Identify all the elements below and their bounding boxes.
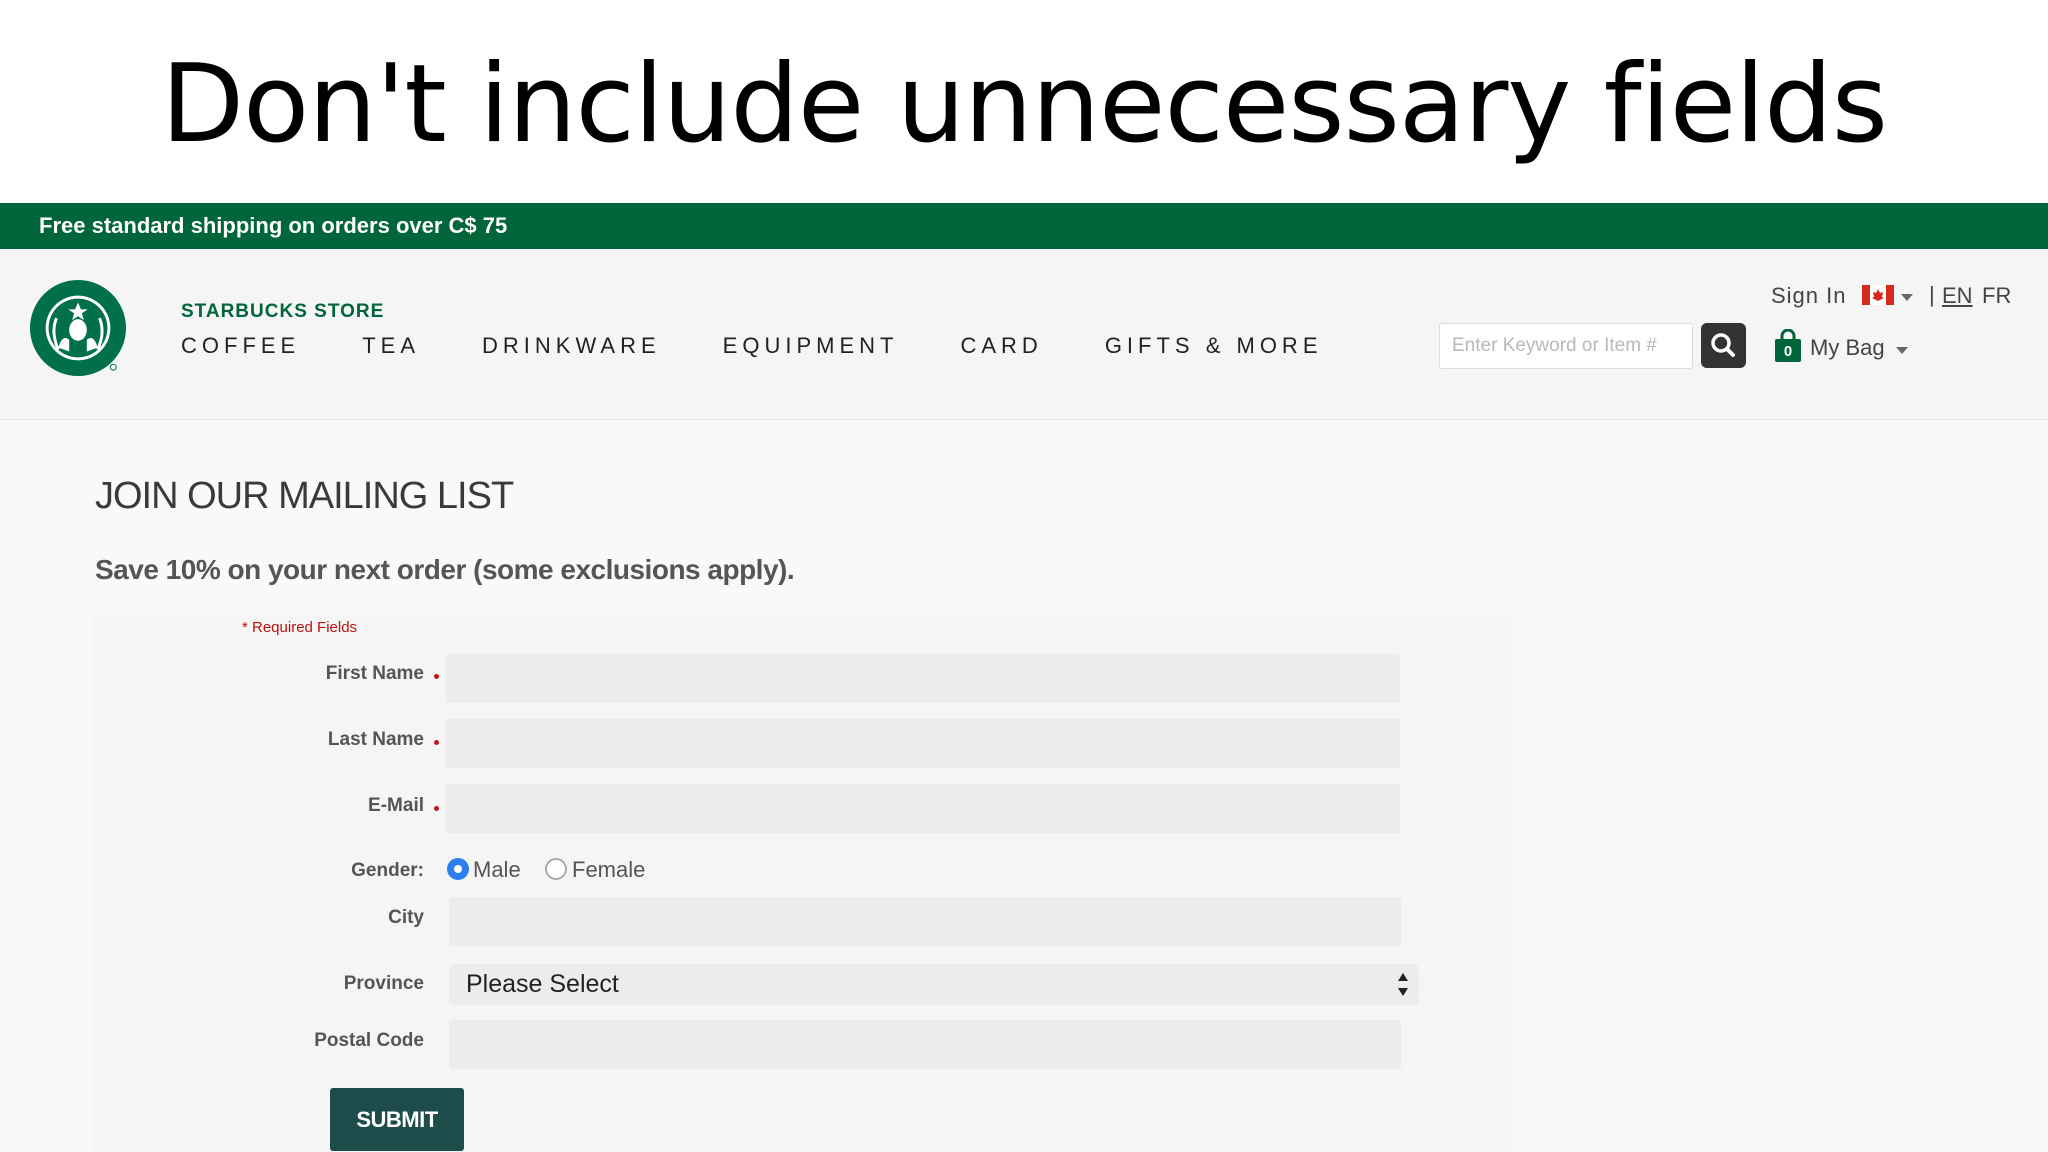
gender-male-label[interactable]: Male — [473, 857, 521, 883]
province-select-value: Please Select — [466, 970, 619, 998]
gender-female-label[interactable]: Female — [572, 857, 645, 883]
submit-button[interactable]: SUBMIT — [330, 1088, 464, 1151]
required-indicator — [434, 740, 439, 745]
lang-fr-link[interactable]: FR — [1982, 283, 2011, 309]
last-name-label: Last Name — [327, 729, 424, 750]
promo-text: Free standard shipping on orders over C$… — [39, 213, 508, 238]
search-icon — [1711, 333, 1735, 357]
main-nav: COFFEE TEA DRINKWARE EQUIPMENT CARD GIFT… — [181, 333, 1385, 359]
my-bag-link[interactable]: My Bag — [1810, 335, 1885, 361]
lang-divider: | — [1929, 282, 1935, 307]
required-indicator — [434, 674, 439, 679]
nav-item-equipment[interactable]: EQUIPMENT — [723, 333, 899, 359]
canada-flag-icon[interactable] — [1862, 285, 1894, 305]
caret-down-icon[interactable] — [1896, 347, 1908, 354]
sign-in-link[interactable]: Sign In — [1771, 283, 1847, 309]
gender-female-radio[interactable] — [545, 858, 567, 880]
search-input[interactable] — [1439, 323, 1693, 369]
nav-item-tea[interactable]: TEA — [362, 333, 420, 359]
province-label: Province — [343, 973, 424, 994]
gender-male-radio[interactable] — [447, 858, 469, 880]
nav-item-card[interactable]: CARD — [960, 333, 1042, 359]
starbucks-siren-logo[interactable] — [29, 279, 127, 377]
city-label: City — [388, 907, 424, 928]
lang-en-link[interactable]: EN — [1942, 283, 1973, 309]
page-content: JOIN OUR MAILING LIST Save 10% on your n… — [0, 420, 2048, 1152]
first-name-field[interactable] — [446, 654, 1400, 703]
nav-item-drinkware[interactable]: DRINKWARE — [482, 333, 661, 359]
required-indicator — [434, 806, 439, 811]
postal-code-label: Postal Code — [314, 1030, 424, 1051]
page-heading: JOIN OUR MAILING LIST — [95, 475, 514, 517]
select-arrows-icon — [1398, 973, 1408, 996]
store-name[interactable]: STARBUCKS STORE — [181, 301, 384, 323]
first-name-label: First Name — [325, 663, 424, 684]
promo-bar: Free standard shipping on orders over C$… — [0, 203, 2048, 249]
gender-label: Gender: — [351, 860, 424, 881]
caret-down-icon[interactable] — [1901, 294, 1913, 301]
city-field[interactable] — [449, 897, 1401, 946]
bag-count: 0 — [1783, 343, 1793, 360]
province-select[interactable]: Please Select — [449, 964, 1419, 1005]
offer-subheading: Save 10% on your next order (some exclus… — [95, 554, 795, 585]
site-header: STARBUCKS STORE COFFEE TEA DRINKWARE EQU… — [0, 249, 2048, 420]
email-field[interactable] — [446, 784, 1400, 833]
last-name-field[interactable] — [446, 719, 1400, 768]
required-fields-note: * Required Fields — [242, 619, 358, 636]
postal-code-field[interactable] — [449, 1020, 1401, 1069]
nav-item-gifts-more[interactable]: GIFTS & MORE — [1105, 333, 1323, 359]
email-label: E-Mail — [368, 795, 424, 816]
search-button[interactable] — [1701, 323, 1746, 368]
slide-title: Don't include unnecessary fields — [161, 42, 1888, 167]
nav-item-coffee[interactable]: COFFEE — [181, 333, 300, 359]
